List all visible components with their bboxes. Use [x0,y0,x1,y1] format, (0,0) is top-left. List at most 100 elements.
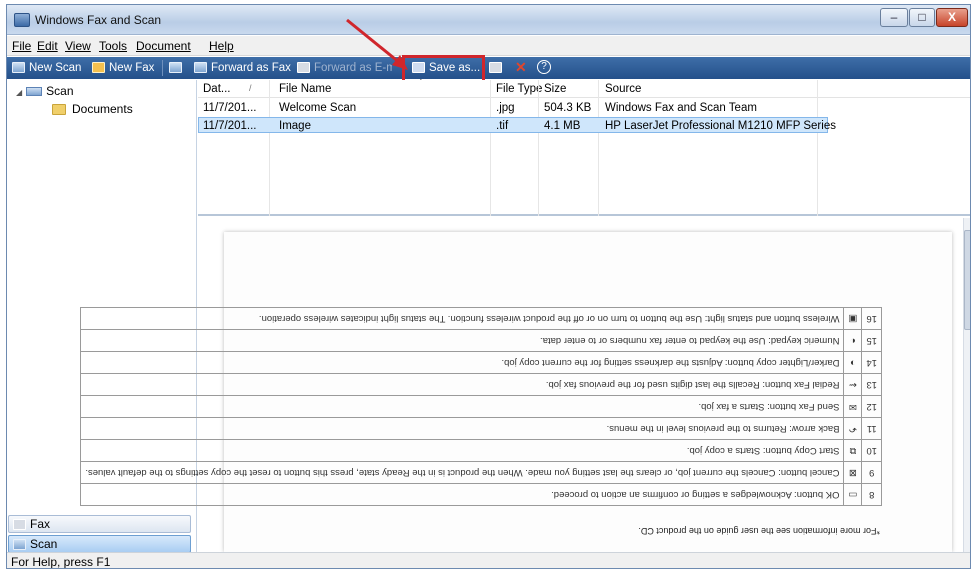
document-preview[interactable]: 8 ▭ OK button: Acknowledges a setting or c… [80,218,963,552]
scanned-page: 8 ▭ OK button: Acknowledges a setting or c… [80,232,952,552]
scanned-row: 9 ⊠ Cancel button: Cancels the current job… [80,461,882,484]
fax-icon [13,519,26,530]
nav-scan-button[interactable]: Scan [8,535,191,553]
cell-date: 11/7/201... [203,102,257,114]
maximize-button[interactable]: □ [909,8,935,27]
scanned-row-text: Cancel button: Cancels the current job, … [80,461,844,484]
scanner-icon [13,539,26,550]
view-button[interactable] [169,60,186,76]
toolbar-separator [162,60,163,76]
print-icon [489,62,502,73]
scanned-row-number: 15 [861,329,882,352]
nav-fax-button[interactable]: Fax [8,515,191,533]
table-row[interactable]: 11/7/201... Welcome Scan .jpg 504.3 KB W… [198,100,828,116]
cell-filetype: .jpg [496,102,515,114]
column-source[interactable]: Source [605,83,641,95]
scanned-row-number: 13 [861,373,882,396]
cell-source: Windows Fax and Scan Team [605,102,757,114]
column-date[interactable]: Dat... [203,83,230,95]
menu-help[interactable]: Help [209,39,234,53]
scanned-row-text: Wireless button and status light: Use th… [80,307,844,330]
scanned-row-number: 16 [861,307,882,330]
menu-tools[interactable]: Tools [99,39,127,53]
fax-icon [92,62,105,73]
expand-triangle-icon[interactable]: ◢ [16,88,22,97]
scanned-row-number: 12 [861,395,882,418]
sort-indicator-icon: / [249,83,252,93]
table-row-selected[interactable]: 11/7/201... Image .tif 4.1 MB HP LaserJe… [198,117,836,133]
tree-item-documents[interactable]: Documents [52,102,133,116]
scanned-row: 14 ◑ Darker/Lighter copy button: Adjusts t… [80,351,882,374]
scanned-footnote: *For more information see the user guide… [638,526,880,536]
preview-scrollbar[interactable] [963,218,970,552]
file-list: Dat... / File Name File Type Size Source… [198,80,970,216]
window-title: Windows Fax and Scan [35,13,162,27]
scanned-row-text: Send Fax button: Starts a fax job. [80,395,844,418]
print-button[interactable] [489,60,506,76]
email-icon [297,62,310,73]
scanned-row-number: 14 [861,351,882,374]
menu-bar: File Edit View Tools Document Help [7,36,970,56]
scanned-row-icon: ⇜ [843,373,862,396]
close-button[interactable]: X [936,8,968,27]
scanned-row: 8 ▭ OK button: Acknowledges a setting or c… [80,483,882,506]
scanned-row-icon: ✉ [843,395,862,418]
cell-filename: Image [279,120,311,132]
scanned-row: 15 ◐ Numeric keypad: Use the keypad to ent… [80,329,882,352]
scanned-row-number: 8 [861,483,882,506]
scanned-row-number: 11 [861,417,882,440]
scanned-row-icon: ▣ [843,307,862,330]
scanned-row-text: Back arrow: Returns to the previous leve… [80,417,844,440]
status-text: For Help, press F1 [11,555,111,569]
menu-document[interactable]: Document [136,39,191,53]
scanned-row-icon: ▭ [843,483,862,506]
scanned-row: 11 ↶ Back arrow: Returns to the previous l… [80,417,882,440]
delete-icon[interactable]: ✕ [515,60,527,74]
scanned-row-icon: ⧉ [843,439,862,462]
help-icon[interactable]: ? [537,60,551,74]
scanned-row-text: Darker/Lighter copy button: Adjusts the … [80,351,844,374]
cell-filename: Welcome Scan [279,102,357,114]
scanned-row-text: Numeric keypad: Use the keypad to enter … [80,329,844,352]
menu-edit[interactable]: Edit [37,39,58,53]
scanned-row-text: Start Copy button: Starts a copy job. [80,439,844,462]
scanned-row: 12 ✉ Send Fax button: Starts a fax job. [80,395,882,418]
scanned-row-number: 9 [861,461,882,484]
forward-fax-icon [194,62,207,73]
cell-size: 4.1 MB [544,120,581,132]
menu-view[interactable]: View [65,39,91,53]
scanned-row-text: Redial Fax button: Recalls the last digi… [80,373,844,396]
new-fax-button[interactable]: New Fax [92,60,154,76]
toolbar: New Scan New Fax Forward as Fax Forward … [7,57,970,79]
cell-filetype: .tif [496,120,509,132]
scanner-icon [26,87,43,96]
column-filename[interactable]: File Name [279,83,331,95]
scanned-row-icon: ◐ [843,329,862,352]
cell-size: 504.3 KB [544,102,592,114]
menu-file[interactable]: File [12,39,31,53]
scanned-row-icon: ◑ [843,351,862,374]
scanned-table: 8 ▭ OK button: Acknowledges a setting or c… [80,307,882,506]
column-filetype[interactable]: File Type [496,83,542,95]
view-icon [169,62,182,73]
scanner-icon [12,62,25,73]
status-bar: For Help, press F1 [7,552,970,569]
scanned-row-number: 10 [861,439,882,462]
scanned-row: 16 ▣ Wireless button and status light: Use… [80,307,882,330]
column-size[interactable]: Size [544,83,566,95]
minimize-button[interactable]: – [880,8,908,27]
title-bar: Windows Fax and Scan – □ X [7,5,970,35]
scanned-row: 10 ⧉ Start Copy button: Starts a copy job. [80,439,882,462]
new-scan-button[interactable]: New Scan [12,60,81,76]
scanned-row-icon: ↶ [843,417,862,440]
tree-item-scan[interactable]: ◢ Scan [16,84,74,98]
column-headers: Dat... / File Name File Type Size Source [198,80,970,98]
cell-date: 11/7/201... [203,120,257,132]
scanned-row-text: OK button: Acknowledges a setting or con… [80,483,844,506]
scanned-row-icon: ⊠ [843,461,862,484]
cell-source: HP LaserJet Professional M1210 MFP Serie… [605,120,836,132]
scanned-row: 13 ⇜ Redial Fax button: Recalls the last d… [80,373,882,396]
scrollbar-thumb[interactable] [964,230,970,330]
forward-as-fax-button[interactable]: Forward as Fax [194,60,291,76]
main-window: Windows Fax and Scan – □ X File Edit Vie… [6,4,971,569]
